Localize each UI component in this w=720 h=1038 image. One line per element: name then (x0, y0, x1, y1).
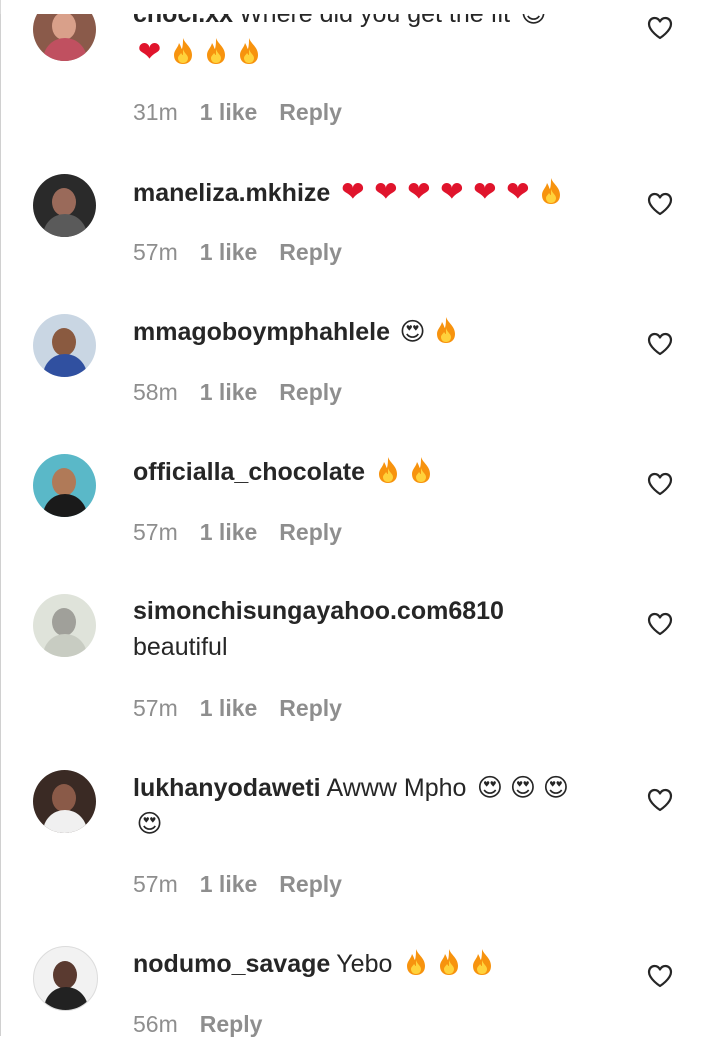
comment-likes[interactable]: 1 like (200, 871, 258, 897)
heart-emoji-icon: ❤ (374, 175, 398, 208)
reply-button[interactable]: Reply (279, 871, 342, 897)
left-border (0, 0, 1, 1036)
comment-username[interactable]: officialla_chocolate (133, 458, 365, 486)
heart-outline-icon[interactable] (647, 192, 673, 216)
fire-emoji-icon (534, 175, 567, 210)
comment-username[interactable]: lukhanyodaweti (133, 774, 321, 802)
fire-emoji-icon (399, 946, 432, 981)
reply-button[interactable]: Reply (279, 519, 342, 545)
avatar[interactable] (33, 770, 96, 833)
heart-emoji-icon: ❤ (440, 175, 464, 208)
comment-time: 57m (133, 695, 178, 721)
comment-meta: 31m 1 like Reply (133, 99, 364, 126)
avatar[interactable] (33, 314, 96, 377)
comment-username[interactable]: simonchisungayahoo.com6810 (133, 597, 504, 625)
comment-text: Awww Mpho (326, 774, 467, 802)
heart-eyes-emoji-icon: 😍 (542, 773, 569, 802)
heart-emoji-icon: ❤ (341, 175, 365, 208)
reply-button[interactable]: Reply (200, 1011, 263, 1037)
heart-outline-icon[interactable] (647, 332, 673, 356)
comment-likes[interactable]: 1 like (200, 379, 258, 405)
comment-meta: 58m 1 like Reply (133, 379, 364, 406)
comment-meta: 57m 1 like Reply (133, 519, 364, 546)
avatar[interactable] (33, 454, 96, 517)
fire-emoji-icon (232, 35, 265, 70)
comment-text-line: officialla_chocolate (133, 454, 620, 490)
comment-text: beautiful (133, 633, 228, 661)
fire-emoji-icon (429, 314, 462, 349)
comment-likes[interactable]: 1 like (200, 519, 258, 545)
fire-emoji-icon (166, 35, 199, 70)
avatar[interactable] (33, 174, 96, 237)
heart-eyes-emoji-icon: 😍 (136, 809, 163, 838)
comment-meta: 57m 1 like Reply (133, 695, 364, 722)
comment-meta: 57m 1 like Reply (133, 871, 364, 898)
comment-meta: 56m Reply (133, 1011, 284, 1038)
avatar[interactable] (33, 946, 98, 1011)
fire-emoji-icon (199, 35, 232, 70)
comment-text-line: nodumo_savage Yebo (133, 946, 620, 982)
heart-outline-icon[interactable] (647, 964, 673, 988)
heart-emoji-icon: ❤ (473, 175, 497, 208)
fire-emoji-icon (432, 946, 465, 981)
reply-button[interactable]: Reply (279, 99, 342, 125)
comment-time: 57m (133, 239, 178, 265)
comment-text-line: beautiful (133, 630, 228, 665)
comment-text-line: simonchisungayahoo.com6810 (133, 594, 620, 629)
comment-time: 57m (133, 871, 178, 897)
heart-outline-icon[interactable] (647, 612, 673, 636)
comment-meta: 57m 1 like Reply (133, 239, 364, 266)
heart-outline-icon[interactable] (647, 16, 673, 40)
comment-likes[interactable]: 1 like (200, 695, 258, 721)
comment-time: 56m (133, 1011, 178, 1037)
comment-text: Yebo (336, 950, 393, 978)
reply-button[interactable]: Reply (279, 239, 342, 265)
fire-emoji-icon (371, 454, 404, 489)
heart-outline-icon[interactable] (647, 472, 673, 496)
comment-text-line: lukhanyodaweti Awww Mpho 😍 😍 😍 (133, 770, 620, 806)
comment-likes[interactable]: 1 like (200, 239, 258, 265)
top-edge (0, 0, 720, 14)
heart-eyes-emoji-icon: 😍 (399, 317, 426, 346)
comment-username[interactable]: mmagoboymphahlele (133, 318, 390, 346)
heart-emoji-icon: ❤ (506, 175, 530, 208)
comment-time: 31m (133, 99, 178, 125)
heart-eyes-emoji-icon: 😍 (509, 773, 536, 802)
comment-text-line: maneliza.mkhize ❤ ❤ ❤ ❤ ❤ ❤ (133, 174, 620, 211)
comment-emoji-line: ❤ (133, 34, 265, 71)
comment-time: 58m (133, 379, 178, 405)
comment-text-line: mmagoboymphahlele 😍 (133, 314, 620, 350)
heart-emoji-icon: ❤ (137, 35, 162, 68)
comment-time: 57m (133, 519, 178, 545)
comment-username[interactable]: maneliza.mkhize (133, 179, 330, 207)
comment-emoji-line: 😍 (133, 806, 166, 842)
avatar[interactable] (33, 594, 96, 657)
heart-eyes-emoji-icon: 😍 (476, 773, 503, 802)
comment-likes[interactable]: 1 like (200, 99, 258, 125)
comment-username[interactable]: nodumo_savage (133, 950, 330, 978)
fire-emoji-icon (465, 946, 498, 981)
fire-emoji-icon (404, 454, 437, 489)
reply-button[interactable]: Reply (279, 695, 342, 721)
reply-button[interactable]: Reply (279, 379, 342, 405)
heart-outline-icon[interactable] (647, 788, 673, 812)
heart-emoji-icon: ❤ (407, 175, 431, 208)
